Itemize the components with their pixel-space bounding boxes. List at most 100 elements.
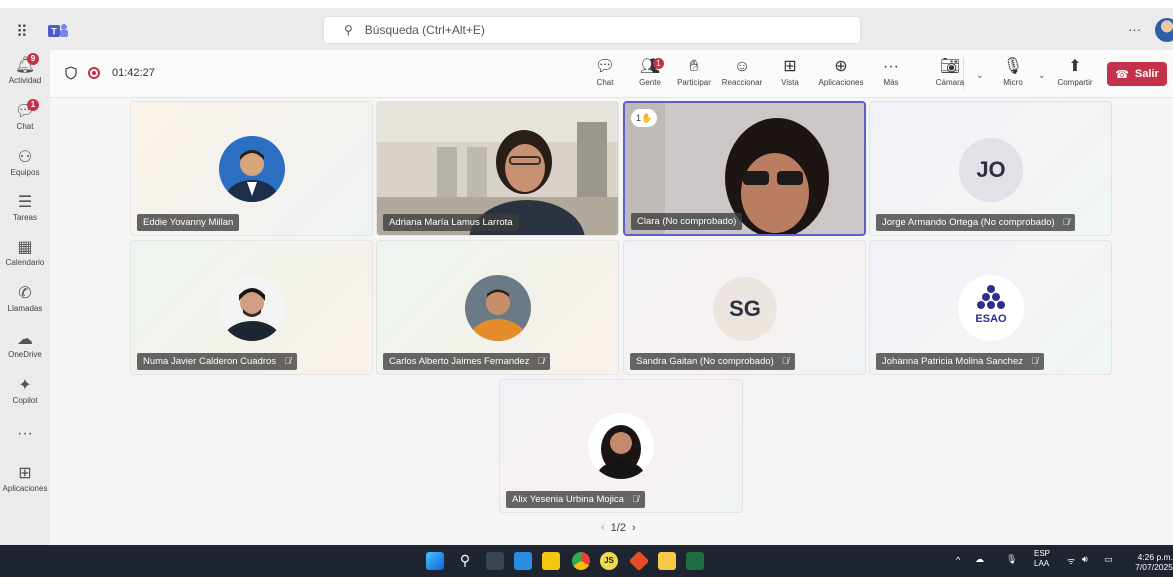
app-launcher-icon[interactable]: ⠿ [16, 22, 28, 42]
rail-item-more[interactable]: ··· [0, 424, 50, 444]
apps-button[interactable]: ⊕ Aplicaciones [813, 56, 869, 87]
rail-label-tareas: Tareas [12, 213, 37, 222]
powerbi-icon[interactable] [542, 552, 560, 570]
video-stage: Eddie Yovanny Millan Adriana María Lamus… [50, 98, 1173, 545]
excel-icon[interactable] [686, 552, 704, 570]
view-button[interactable]: ⊞ Vista [777, 56, 803, 87]
mic-options-chevron-icon[interactable]: ⌄ [1038, 70, 1046, 81]
rail-label-calendario: Calendario [5, 258, 45, 267]
participant-photo [465, 275, 531, 341]
search-input[interactable]: ⚲ Búsqueda (Ctrl+Alt+E) [323, 16, 861, 44]
participant-name-tag: Alix Yesenia Urbina Mojica 🎙̸ [506, 491, 645, 508]
cloud-tray-icon[interactable]: ☁ [975, 554, 984, 565]
raise-hand-button[interactable]: ✋︎ Participar [674, 56, 714, 87]
rail-item-equipos[interactable]: ⚇ Equipos [0, 148, 50, 177]
participant-initials-avatar: JO [959, 138, 1023, 202]
participant-name-tag: Carlos Alberto Jaimes Fernandez 🎙̸ [383, 353, 551, 370]
more-button[interactable]: ··· Más [880, 56, 902, 87]
rail-item-actividad[interactable]: 🔔︎ 9 Actividad [0, 53, 50, 85]
rail-label-onedrive: OneDrive [8, 350, 42, 359]
file-explorer-icon[interactable] [658, 552, 676, 570]
git-icon[interactable] [628, 550, 650, 572]
vscode-icon[interactable] [514, 552, 532, 570]
rail-label-copilot: Copilot [12, 396, 38, 405]
participant-name-tag: Eddie Yovanny Millan [137, 214, 240, 231]
rail-label-equipos: Equipos [10, 168, 40, 177]
rail-item-aplicaciones[interactable]: ⊞ Aplicaciones [0, 464, 50, 493]
leave-button[interactable]: ☎ Salir [1107, 62, 1167, 86]
rail-item-onedrive[interactable]: ☁︎ OneDrive [0, 330, 50, 359]
more-label: Más [883, 78, 899, 87]
share-button[interactable]: ⬆ Compartir [1053, 56, 1097, 87]
terminal-icon[interactable] [486, 552, 504, 570]
mic-off-icon: 🎙̸ [1062, 217, 1070, 227]
participant-tile[interactable]: Numa Javier Calderon Cuadros 🎙̸ [130, 240, 373, 375]
participant-name: Sandra Gaitan (No comprobado) [636, 356, 774, 367]
participant-name-tag: Numa Javier Calderon Cuadros 🎙̸ [137, 353, 297, 370]
rail-label-llamadas: Llamadas [7, 304, 43, 313]
battery-icon[interactable]: ▭ [1104, 554, 1113, 565]
more-options-icon[interactable]: ··· [1128, 22, 1141, 37]
camera-options-chevron-icon[interactable]: ⌄ [976, 70, 984, 81]
participant-name: Numa Javier Calderon Cuadros [143, 356, 277, 367]
tray-chevron-icon[interactable]: ^ [956, 555, 960, 565]
logo-text: ESAO [975, 313, 1007, 325]
search-icon: ⚲ [344, 23, 353, 37]
mic-label: Micro [1003, 78, 1023, 87]
chrome-icon[interactable] [572, 552, 590, 570]
participant-tile[interactable]: JO Jorge Armando Ortega (No comprobado) … [869, 101, 1112, 236]
tasks-icon: ☰ [17, 194, 33, 211]
hand-icon: ✋︎ [689, 58, 699, 75]
pager-next-icon[interactable]: › [632, 522, 636, 534]
more-icon: ··· [17, 425, 33, 442]
language-indicator[interactable]: ESP LAA [1034, 549, 1050, 569]
mic-off-icon: 🎙̸ [537, 356, 545, 366]
clock-time: 4:26 p.m. [1137, 552, 1173, 562]
rail-label-chat: Chat [16, 122, 34, 131]
participant-video-tile[interactable]: Adriana María Lamus Larrota [376, 101, 619, 236]
user-avatar[interactable] [1155, 18, 1173, 42]
people-button[interactable]: 👥︎ 1 Gente [635, 56, 665, 87]
participant-tile[interactable]: Alix Yesenia Urbina Mojica 🎙̸ [499, 379, 743, 513]
pager-prev-icon[interactable]: ‹ [601, 522, 605, 534]
participant-name: Eddie Yovanny Millan [143, 217, 234, 228]
wifi-icon[interactable]: ᯤ [1067, 554, 1075, 567]
rail-item-chat[interactable]: 💬︎ 1 Chat [0, 99, 50, 131]
windows-start-icon[interactable] [426, 552, 444, 570]
mic-off-icon: 🎙̸ [1031, 356, 1038, 366]
system-clock[interactable]: 4:26 p.m. 7/07/2025 [1128, 552, 1173, 572]
mic-button[interactable]: 🎙︎ Micro [1000, 56, 1026, 87]
pager-label: 1/2 [610, 522, 626, 534]
chat-button[interactable]: 💬︎ Chat [590, 56, 620, 87]
copilot-icon: ✦ [18, 377, 32, 394]
chat-label: Chat [596, 78, 614, 87]
participant-tile[interactable]: Carlos Alberto Jaimes Fernandez 🎙̸ [376, 240, 619, 375]
title-bar: ⠿ T ⚲ Búsqueda (Ctrl+Alt+E) ··· [0, 0, 1173, 50]
language-label: ESP [1034, 549, 1051, 558]
participant-name: Carlos Alberto Jaimes Fernandez [389, 356, 530, 367]
rail-item-copilot[interactable]: ✦ Copilot [0, 376, 50, 405]
rail-item-llamadas[interactable]: ✆ Llamadas [0, 284, 50, 313]
camera-button[interactable]: 📷︎ Cámara [932, 56, 968, 87]
meeting-timer: 01:42:27 [112, 67, 155, 79]
rail-item-tareas[interactable]: ☰ Tareas [0, 193, 50, 222]
volume-icon[interactable]: 🔊︎ [1082, 554, 1088, 565]
participant-video-tile-active[interactable]: 1✋ Clara (No comprobado) [623, 101, 866, 236]
recording-icon [88, 67, 100, 79]
react-button[interactable]: ☺ Reaccionar [717, 56, 767, 87]
participant-name: Adriana María Lamus Larrota [389, 217, 513, 228]
apps-label: Aplicaciones [818, 78, 864, 87]
react-label: Reaccionar [721, 78, 763, 87]
search-icon[interactable]: ⚲ [456, 552, 474, 570]
raise-hand-label: Participar [677, 78, 711, 87]
participant-tile[interactable]: Eddie Yovanny Millan [130, 101, 373, 236]
participant-tile[interactable]: SG Sandra Gaitan (No comprobado) 🎙̸ [623, 240, 866, 375]
rail-item-calendario[interactable]: ▦ Calendario [0, 238, 50, 267]
js-app-icon[interactable]: JS [600, 552, 618, 570]
participant-tile[interactable]: ESAO Johanna Patricia Molina Sanchez 🎙̸ [869, 240, 1112, 375]
chat-badge: 1 [27, 99, 39, 111]
mic-off-icon: 🎙̸ [284, 356, 291, 366]
participant-photo [588, 413, 654, 479]
participant-name: Jorge Armando Ortega (No comprobado) [882, 217, 1055, 228]
mic-tray-icon[interactable]: 🎙︎ [1006, 554, 1017, 565]
